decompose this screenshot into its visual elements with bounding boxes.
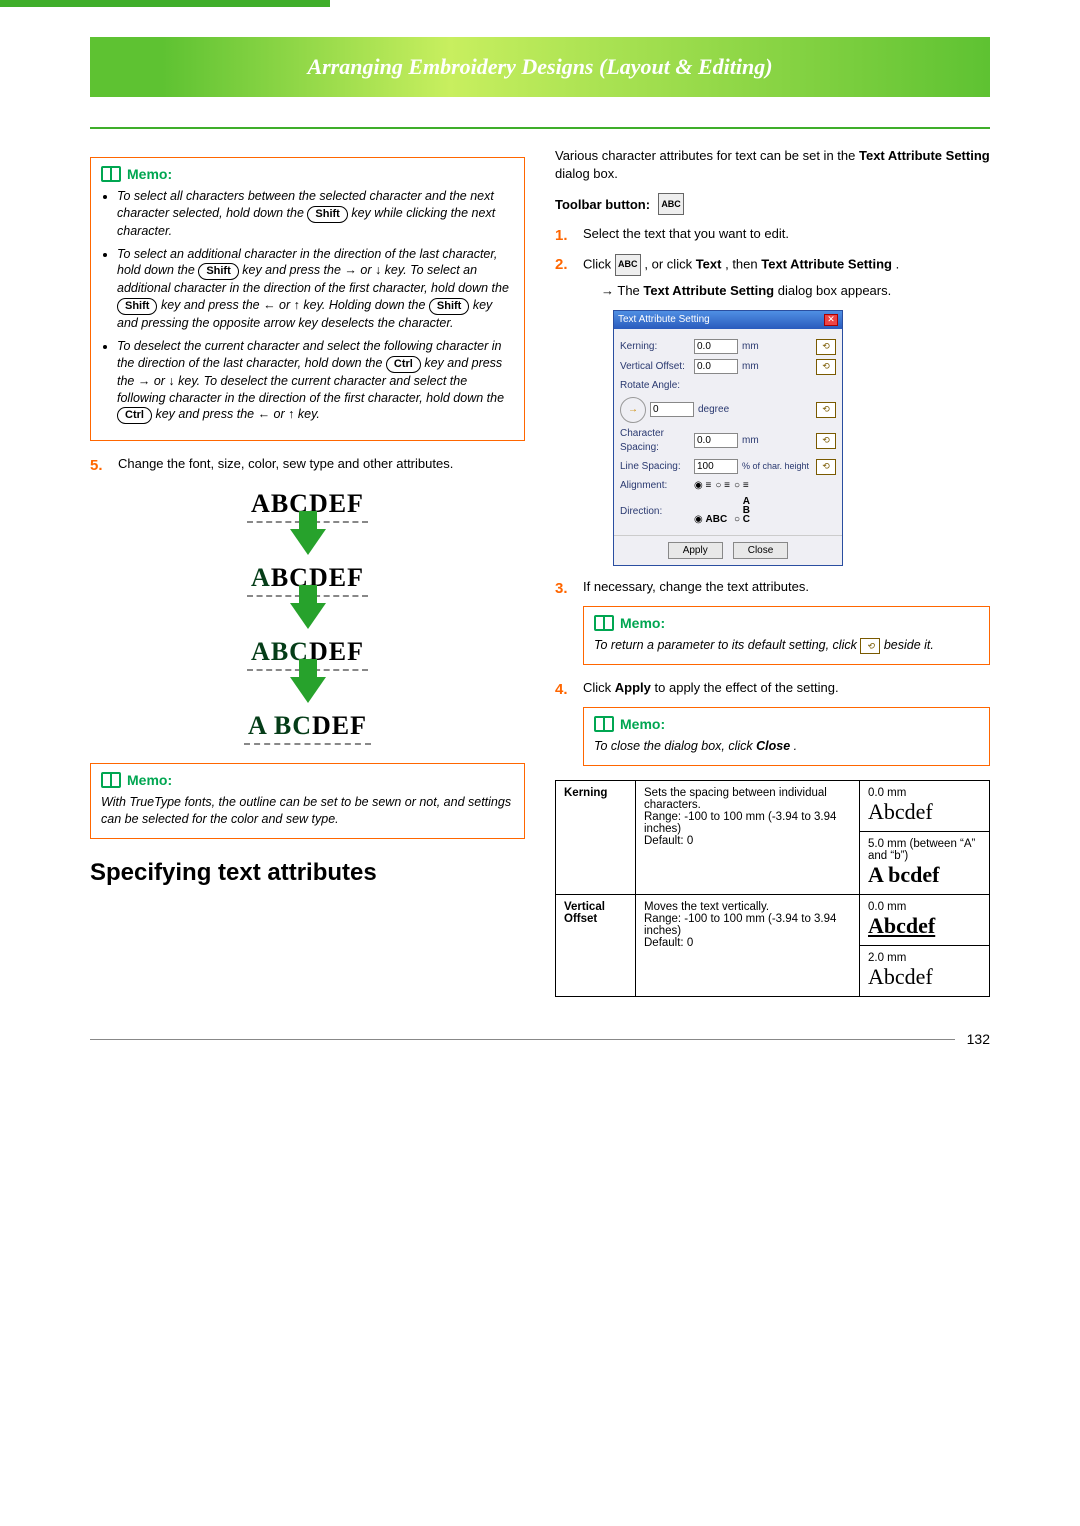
step-5: Change the font, size, color, sew type a… [90, 455, 525, 473]
arrow-down-icon [290, 529, 326, 555]
top-accent [0, 0, 330, 7]
attr-sample: 0.0 mm Abcdef [860, 781, 990, 832]
dialog-titlebar: Text Attribute Setting ✕ [614, 311, 842, 329]
memo-icon [101, 166, 121, 182]
memo-heading: Memo: [127, 772, 172, 788]
step-list-left: Change the font, size, color, sew type a… [90, 455, 525, 473]
reset-icon[interactable]: ⟲ [816, 459, 836, 475]
apply-button[interactable]: Apply [668, 542, 723, 559]
reset-icon[interactable]: ⟲ [816, 359, 836, 375]
shift-key: Shift [198, 263, 238, 280]
step-4: Click Apply to apply the effect of the s… [555, 679, 990, 697]
font-change-illustration: ABCDEF ABCDEF ABCDEF A BCDEF [90, 487, 525, 745]
step-list-right: Select the text that you want to edit. C… [555, 225, 990, 596]
reset-icon[interactable]: ⟲ [816, 433, 836, 449]
attr-name: Vertical Offset [556, 895, 636, 997]
content-rule [90, 127, 990, 129]
attr-name: Kerning [556, 781, 636, 895]
shift-key: Shift [117, 298, 157, 315]
step-3: If necessary, change the text attributes… [555, 578, 990, 596]
memo-heading: Memo: [127, 166, 172, 182]
vertical-offset-label: Vertical Offset: [620, 360, 690, 374]
memo-heading: Memo: [620, 716, 665, 732]
memo-text: To close the dialog box, click Close . [594, 738, 979, 755]
attr-sample: 2.0 mm Abcdef [860, 946, 990, 997]
memo-icon [594, 716, 614, 732]
reset-icon[interactable]: ⟲ [816, 402, 836, 418]
direction-options[interactable]: ◉ ABC ○ ABC [694, 497, 758, 527]
text-attribute-setting-dialog: Text Attribute Setting ✕ Kerning:mm⟲ Ver… [613, 310, 843, 566]
step-2-result: → The Text Attribute Setting dialog box … [601, 282, 990, 300]
section-heading: Specifying text attributes [90, 859, 525, 887]
memo-item: To deselect the current character and se… [117, 338, 514, 424]
rotate-angle-label: Rotate Angle: [620, 379, 690, 393]
footer-rule [90, 1039, 955, 1040]
ctrl-key: Ctrl [117, 407, 152, 424]
table-row: Vertical Offset Moves the text verticall… [556, 895, 990, 946]
step-1: Select the text that you want to edit. [555, 225, 990, 243]
ctrl-key: Ctrl [386, 356, 421, 373]
alignment-label: Alignment: [620, 479, 690, 493]
memo-box-reset: Memo: To return a parameter to its defau… [583, 606, 990, 665]
rotate-preview-icon: → [620, 397, 646, 423]
step-2: Click ABC , or click Text , then Text At… [555, 254, 990, 566]
text-attribute-toolbar-button[interactable]: ABC [615, 254, 641, 276]
reset-icon[interactable]: ⟲ [816, 339, 836, 355]
arrow-down-icon [290, 677, 326, 703]
rotate-angle-input[interactable] [650, 402, 694, 417]
char-spacing-input[interactable] [694, 433, 738, 448]
memo-item: To select all characters between the sel… [117, 188, 514, 240]
memo-item: To select an additional character in the… [117, 246, 514, 332]
text-attribute-toolbar-button[interactable]: ABC [658, 193, 684, 215]
memo-icon [594, 615, 614, 631]
memo-box-truetype: Memo: With TrueType fonts, the outline c… [90, 763, 525, 839]
shift-key: Shift [307, 206, 347, 223]
page-footer: 132 [90, 1031, 990, 1047]
arrow-down-icon [290, 603, 326, 629]
right-column: Various character attributes for text ca… [555, 147, 990, 997]
attr-desc: Sets the spacing between individual char… [636, 781, 860, 895]
memo-heading: Memo: [620, 615, 665, 631]
left-column: Memo: To select all characters between t… [90, 147, 525, 997]
line-spacing-label: Line Spacing: [620, 460, 690, 474]
kerning-input[interactable] [694, 339, 738, 354]
char-spacing-label: Character Spacing: [620, 427, 690, 455]
memo-box-shortcuts: Memo: To select all characters between t… [90, 157, 525, 441]
toolbar-label: Toolbar button: [555, 197, 650, 212]
kerning-label: Kerning: [620, 340, 690, 354]
section-intro: Various character attributes for text ca… [555, 147, 990, 183]
chapter-banner: Arranging Embroidery Designs (Layout & E… [90, 37, 990, 97]
attr-sample: 5.0 mm (between “A” and “b”) A bcdef [860, 832, 990, 895]
alignment-options[interactable]: ◉ ≡○ ≡○ ≡ [694, 479, 753, 493]
two-column-layout: Memo: To select all characters between t… [90, 147, 990, 997]
memo-box-close: Memo: To close the dialog box, click Clo… [583, 707, 990, 766]
memo-text: To return a parameter to its default set… [594, 637, 979, 654]
close-icon[interactable]: ✕ [824, 314, 838, 326]
sample-text: A BCDEF [244, 709, 371, 745]
attr-sample: 0.0 mm Abcdef [860, 895, 990, 946]
dialog-title: Text Attribute Setting [618, 313, 710, 327]
step-list-right-cont: Click Apply to apply the effect of the s… [555, 679, 990, 697]
memo-text: With TrueType fonts, the outline can be … [101, 794, 514, 828]
page-number: 132 [955, 1031, 990, 1047]
attr-desc: Moves the text vertically. Range: -100 t… [636, 895, 860, 997]
vertical-offset-input[interactable] [694, 359, 738, 374]
toolbar-button-row: Toolbar button: ABC [555, 193, 990, 215]
attribute-reference-table: Kerning Sets the spacing between individ… [555, 780, 990, 997]
line-spacing-input[interactable] [694, 459, 738, 474]
page: Arranging Embroidery Designs (Layout & E… [0, 37, 1080, 1087]
reset-icon: ⟲ [860, 638, 880, 654]
memo-icon [101, 772, 121, 788]
shift-key: Shift [429, 298, 469, 315]
close-button[interactable]: Close [733, 542, 789, 559]
chapter-title: Arranging Embroidery Designs (Layout & E… [307, 54, 772, 80]
table-row: Kerning Sets the spacing between individ… [556, 781, 990, 832]
direction-label: Direction: [620, 505, 690, 519]
